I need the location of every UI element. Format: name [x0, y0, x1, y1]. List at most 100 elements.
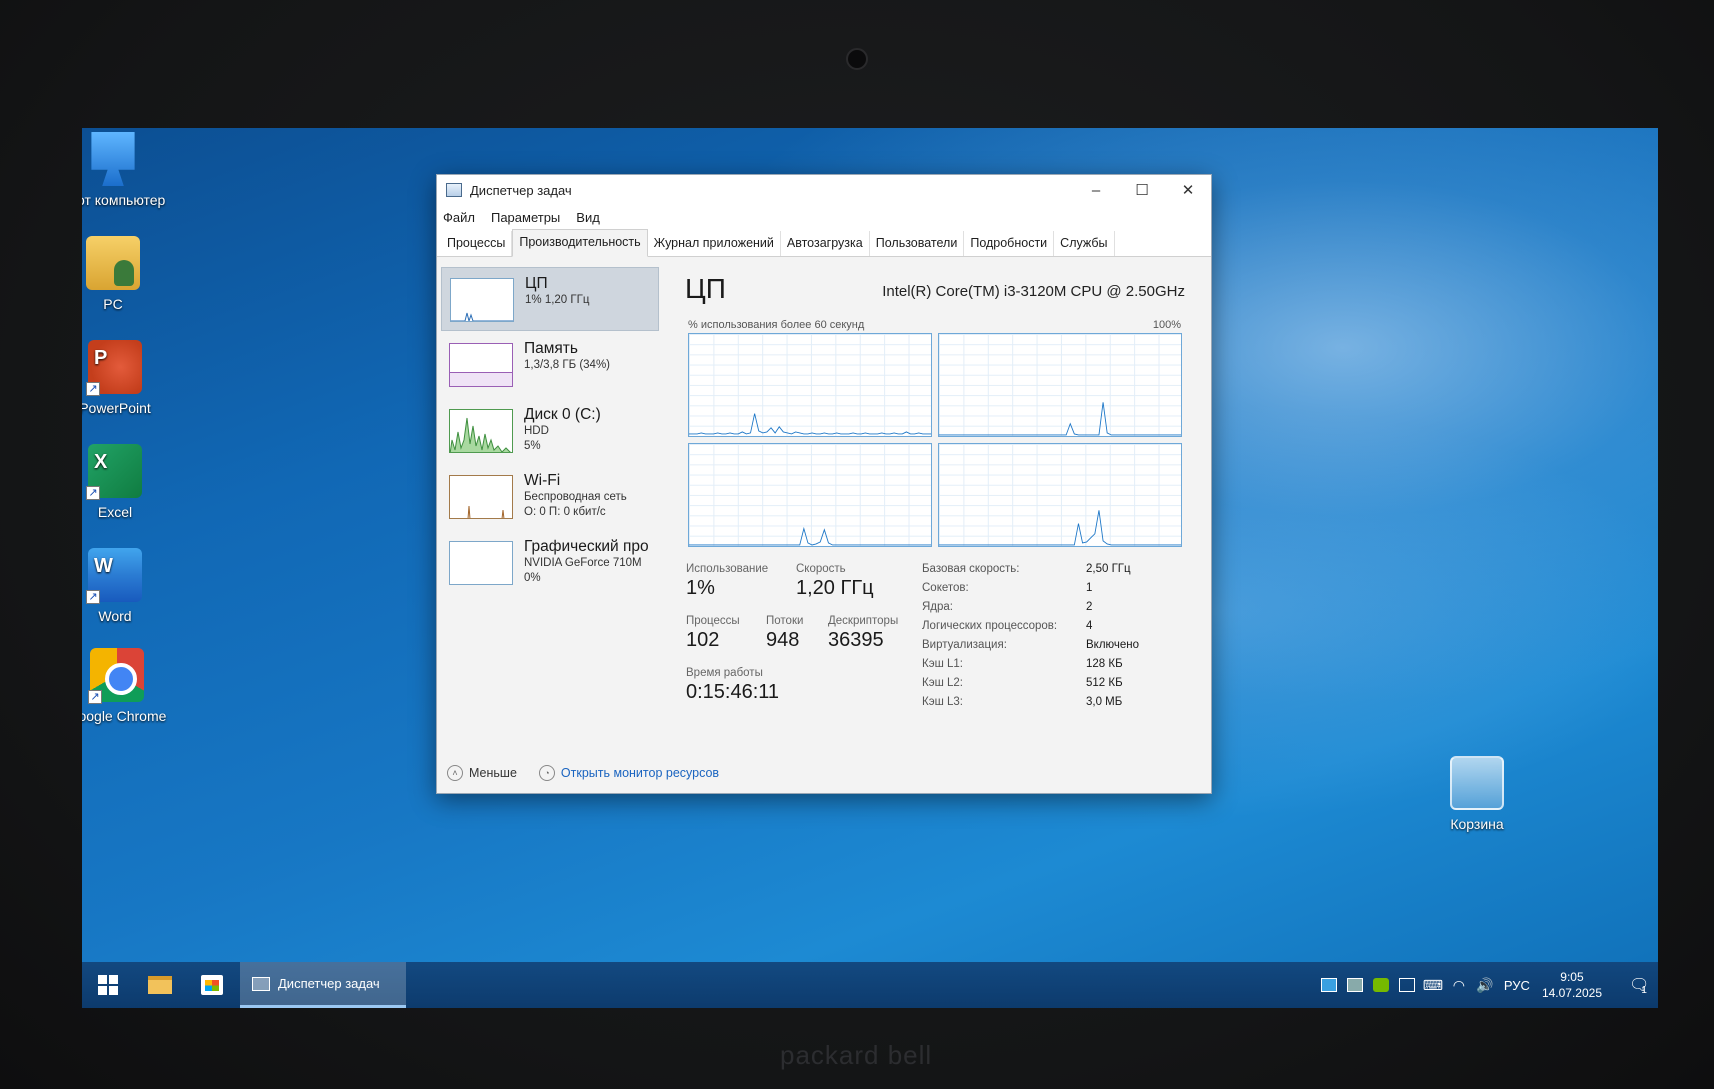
tab-performance[interactable]: Производительность — [512, 229, 648, 257]
desktop-icon-word[interactable]: W ↗ Word — [82, 548, 170, 625]
powerpoint-icon: P ↗ — [86, 340, 142, 396]
resource-name: Диск 0 (C:) — [524, 406, 601, 423]
resource-list: ЦП 1% 1,20 ГГц Память 1,3/3,8 ГБ (34%) Д… — [441, 267, 659, 747]
desktop-icon-label: Корзина — [1450, 816, 1504, 832]
word-icon: W ↗ — [86, 548, 142, 604]
spec-value: 128 КБ — [1086, 658, 1123, 670]
volume-icon[interactable]: 🔊 — [1472, 962, 1498, 1008]
desktop-icon-pc-folder[interactable]: PC — [82, 236, 168, 313]
spec-value: Включено — [1086, 639, 1140, 651]
spec-key: Кэш L3: — [922, 696, 963, 708]
desktop-icon-label: Этот компьютер — [82, 192, 166, 208]
core-graph — [688, 443, 932, 547]
utilization-label: Использование — [686, 563, 769, 575]
menu-bar: Файл Параметры Вид — [437, 205, 1211, 229]
tab-strip: Процессы Производительность Журнал прило… — [437, 229, 1211, 257]
spec-value: 4 — [1086, 620, 1093, 632]
core-graph — [938, 443, 1182, 547]
menu-options[interactable]: Параметры — [491, 210, 560, 225]
tab-services[interactable]: Службы — [1054, 231, 1115, 256]
nvidia-icon[interactable] — [1368, 962, 1394, 1008]
resource-item-disk[interactable]: Диск 0 (C:) HDD 5% — [441, 399, 659, 463]
taskbar-task-manager[interactable]: Диспетчер задач — [240, 962, 406, 1008]
spec-key: Логических процессоров: — [922, 620, 1058, 632]
resource-item-wifi[interactable]: Wi-Fi Беспроводная сеть О: 0 П: 0 кбит/с — [441, 465, 659, 529]
threads-value: 948 — [766, 629, 800, 651]
minimize-button[interactable]: – — [1073, 175, 1119, 205]
resource-name: Wi-Fi — [524, 472, 561, 489]
resource-name: Графический про — [524, 538, 649, 555]
user-folder-icon — [86, 236, 140, 290]
start-button[interactable] — [82, 962, 134, 1008]
clock[interactable]: 9:05 14.07.2025 — [1542, 969, 1602, 1001]
tab-processes[interactable]: Процессы — [441, 231, 513, 256]
utilization-value: 1% — [686, 577, 715, 599]
speed-label: Скорость — [796, 563, 846, 575]
uptime-label: Время работы — [686, 667, 763, 679]
processes-label: Процессы — [686, 615, 740, 627]
menu-view[interactable]: Вид — [576, 210, 600, 225]
processes-value: 102 — [686, 629, 720, 651]
tab-app-history[interactable]: Журнал приложений — [648, 231, 781, 256]
disk-thumbnail-graph — [449, 409, 513, 453]
spec-key: Виртуализация: — [922, 639, 1007, 651]
open-resource-monitor-link[interactable]: ◔ Открыть монитор ресурсов — [538, 765, 720, 781]
core-usage-line — [689, 414, 931, 434]
resource-detail: 0% — [524, 572, 541, 584]
tray-window-icon[interactable] — [1394, 962, 1420, 1008]
tab-users[interactable]: Пользователи — [870, 231, 965, 256]
desktop-screen: Этот компьютер PC P↗ PowerPoint X↗ Excel… — [82, 128, 1658, 1008]
core-graph — [938, 333, 1182, 437]
shortcut-arrow-icon: ↗ — [86, 382, 100, 396]
resource-detail: HDD — [524, 425, 549, 437]
taskbar-store[interactable] — [186, 962, 238, 1008]
desktop-icon-powerpoint[interactable]: P ↗ PowerPoint — [82, 340, 170, 417]
desktop-icon-label: PC — [103, 296, 123, 312]
taskbar-file-explorer[interactable] — [134, 962, 186, 1008]
webcam — [846, 48, 868, 70]
desktop-icon-excel[interactable]: X ↗ Excel — [82, 444, 170, 521]
keyboard-icon[interactable]: ⌨ — [1420, 962, 1446, 1008]
system-tray: ⌨ ◠ 🔊 РУС 9:05 14.07.2025 🗨 1 — [1316, 962, 1658, 1008]
open-resource-monitor-label: Открыть монитор ресурсов — [560, 766, 720, 780]
clock-date: 14.07.2025 — [1541, 986, 1602, 1000]
recycle-bin-icon — [1450, 756, 1504, 810]
notification-center-button[interactable]: 🗨 1 — [1618, 962, 1658, 1008]
wifi-icon[interactable]: ◠ — [1446, 962, 1472, 1008]
desktop-icon-label: Word — [98, 608, 132, 624]
resource-item-gpu[interactable]: Графический про NVIDIA GeForce 710M 0% — [441, 531, 659, 595]
desktop-icon-recycle-bin[interactable]: Корзина — [1422, 756, 1532, 833]
task-manager-icon — [252, 976, 270, 991]
resource-monitor-icon: ◔ — [538, 765, 555, 781]
close-button[interactable]: ✕ — [1165, 175, 1211, 205]
resource-detail: 5% — [524, 440, 541, 452]
resource-item-cpu[interactable]: ЦП 1% 1,20 ГГц — [441, 267, 659, 331]
tab-details[interactable]: Подробности — [964, 231, 1055, 256]
resource-detail: NVIDIA GeForce 710M — [524, 557, 642, 569]
graph-max-label: 100% — [1152, 319, 1181, 331]
menu-file[interactable]: Файл — [443, 210, 475, 225]
input-language[interactable]: РУС — [1504, 978, 1530, 993]
cpu-heading: ЦП — [685, 273, 726, 304]
desktop-icon-label: PowerPoint — [82, 400, 151, 416]
spec-value: 3,0 МБ — [1086, 696, 1123, 708]
maximize-button[interactable]: ☐ — [1119, 175, 1165, 205]
desktop-icon-this-pc[interactable]: Этот компьютер — [82, 132, 168, 209]
desktop-icon-label: Google Chrome — [82, 708, 167, 724]
fewer-details-label: Меньше — [469, 766, 517, 780]
resource-detail: О: 0 П: 0 кбит/с — [524, 506, 606, 518]
tray-monitor-icon[interactable] — [1342, 962, 1368, 1008]
spec-value: 2 — [1086, 601, 1093, 613]
tray-app-icon[interactable] — [1316, 962, 1342, 1008]
handles-value: 36395 — [828, 629, 884, 651]
chevron-up-icon: ˄ — [447, 765, 463, 781]
desktop-icon-chrome[interactable]: ↗ Google Chrome — [82, 648, 172, 725]
fewer-details-button[interactable]: ˄ Меньше — [447, 765, 517, 781]
windows-logo-icon — [98, 975, 118, 995]
title-bar[interactable]: Диспетчер задач – ☐ ✕ — [437, 175, 1211, 205]
spec-key: Кэш L2: — [922, 677, 963, 689]
graph-caption: % использования более 60 секунд — [688, 319, 865, 331]
tab-startup[interactable]: Автозагрузка — [781, 231, 870, 256]
resource-name: ЦП — [525, 275, 548, 292]
resource-item-memory[interactable]: Память 1,3/3,8 ГБ (34%) — [441, 333, 659, 397]
